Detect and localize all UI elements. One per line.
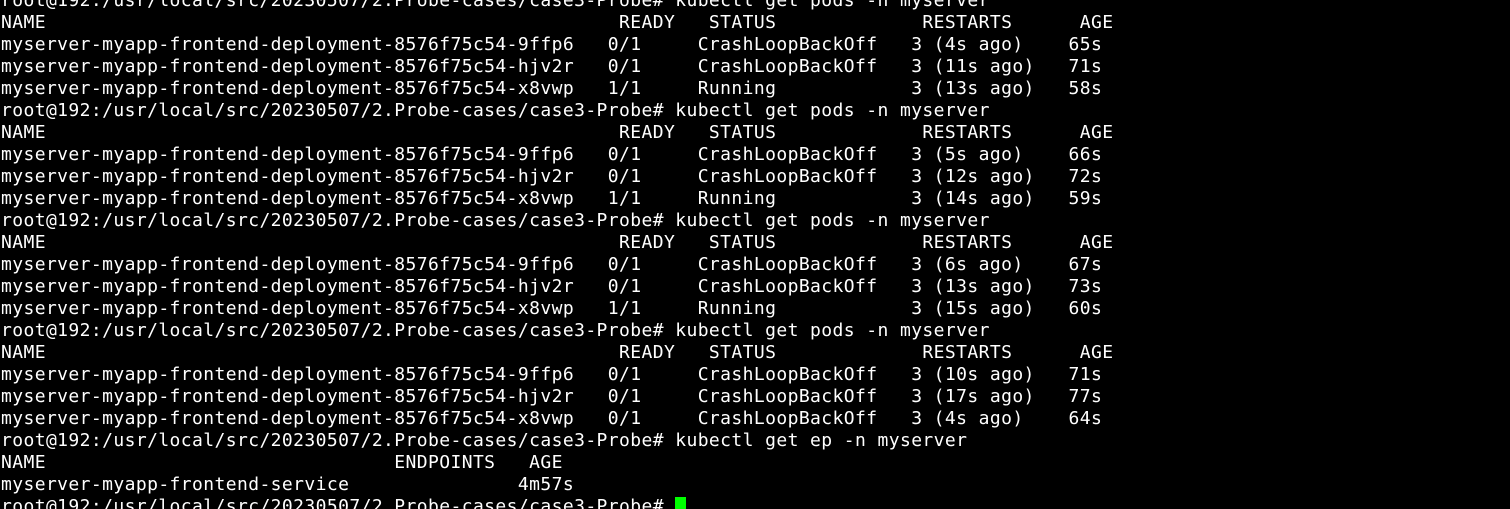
terminal-line: myserver-myapp-frontend-deployment-8576f… (1, 276, 1103, 297)
terminal-line: root@192:/usr/local/src/20230507/2.Probe… (1, 0, 990, 11)
cursor-block (675, 497, 687, 509)
terminal-line: myserver-myapp-frontend-deployment-8576f… (1, 144, 1103, 165)
terminal-line: myserver-myapp-frontend-deployment-8576f… (1, 188, 1103, 209)
terminal-line: root@192:/usr/local/src/20230507/2.Probe… (1, 320, 990, 341)
terminal-line: NAME READY STATUS RESTARTS AGE (1, 12, 1114, 33)
terminal-line: myserver-myapp-frontend-deployment-8576f… (1, 386, 1103, 407)
terminal-line: root@192:/usr/local/src/20230507/2.Probe… (1, 430, 968, 451)
terminal-line: NAME READY STATUS RESTARTS AGE (1, 232, 1114, 253)
shell-prompt: root@192:/usr/local/src/20230507/2.Probe… (1, 496, 676, 509)
terminal-line: root@192:/usr/local/src/20230507/2.Probe… (1, 210, 990, 231)
terminal-line: myserver-myapp-frontend-deployment-8576f… (1, 34, 1103, 55)
terminal-line: myserver-myapp-frontend-service 4m57s (1, 474, 575, 495)
terminal-line: NAME READY STATUS RESTARTS AGE (1, 342, 1114, 363)
terminal-line: myserver-myapp-frontend-deployment-8576f… (1, 56, 1103, 77)
terminal-line: myserver-myapp-frontend-deployment-8576f… (1, 166, 1103, 187)
terminal-line: root@192:/usr/local/src/20230507/2.Probe… (1, 100, 990, 121)
terminal-line: myserver-myapp-frontend-deployment-8576f… (1, 364, 1103, 385)
terminal-line: myserver-myapp-frontend-deployment-8576f… (1, 298, 1103, 319)
terminal-line: myserver-myapp-frontend-deployment-8576f… (1, 78, 1103, 99)
terminal-window[interactable]: root@192:/usr/local/src/20230507/2.Probe… (0, 0, 1510, 509)
terminal-line: NAME ENDPOINTS AGE (1, 452, 563, 473)
terminal-line: myserver-myapp-frontend-deployment-8576f… (1, 254, 1103, 275)
terminal-prompt-line[interactable]: root@192:/usr/local/src/20230507/2.Probe… (0, 496, 1510, 509)
terminal-line: NAME READY STATUS RESTARTS AGE (1, 122, 1114, 143)
terminal-line: myserver-myapp-frontend-deployment-8576f… (1, 408, 1103, 429)
